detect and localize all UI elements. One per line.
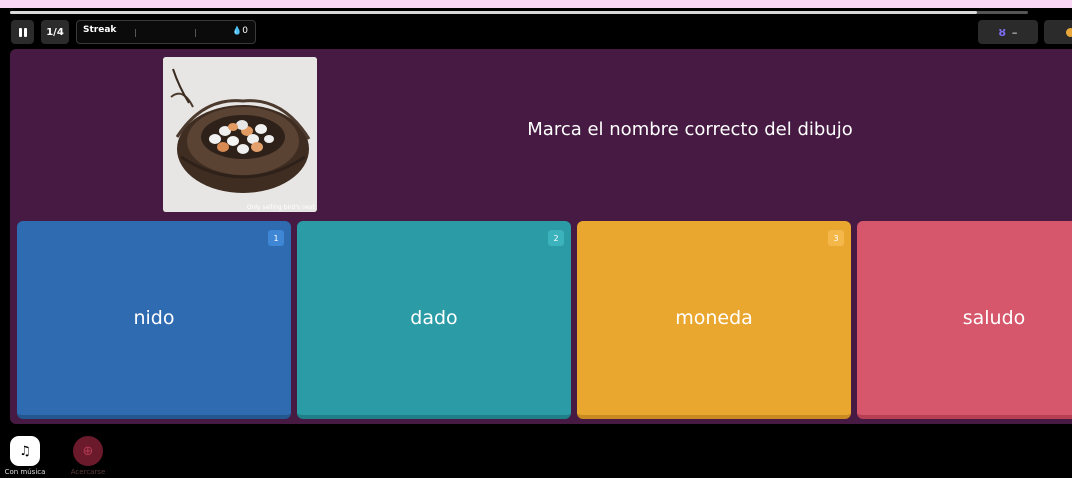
option-label: saludo bbox=[962, 307, 1026, 329]
option-label: moneda bbox=[675, 307, 753, 329]
option-number-badge: 3 bbox=[828, 230, 844, 246]
option-label: nido bbox=[133, 307, 175, 329]
drop-icon: 💧 bbox=[232, 26, 243, 35]
answer-option-3[interactable]: 3 moneda bbox=[577, 221, 851, 419]
pause-button[interactable] bbox=[11, 20, 34, 44]
question-image: Only selling bird's nest bbox=[163, 57, 317, 212]
answer-option-4[interactable]: 4 saludo bbox=[857, 221, 1072, 419]
top-bar: 1/4 Streak 💧0 ȣ – bbox=[0, 18, 1072, 48]
zoom-icon: ⊕ bbox=[73, 436, 103, 466]
music-toggle-button[interactable]: ♫ Con música bbox=[2, 436, 48, 476]
music-note-icon: ♫ bbox=[10, 436, 40, 466]
quiz-screen: 1/4 Streak 💧0 ȣ – Only selling bird's ne… bbox=[0, 8, 1072, 478]
streak-tick bbox=[195, 29, 196, 37]
powerup-button[interactable]: ȣ – bbox=[978, 20, 1038, 44]
streak-label: Streak bbox=[83, 25, 117, 35]
coins-button[interactable] bbox=[1044, 20, 1072, 44]
option-number-badge: 2 bbox=[548, 230, 564, 246]
question-text: Marca el nombre correcto del dibujo bbox=[527, 119, 853, 140]
music-label: Con música bbox=[4, 468, 46, 476]
bird-nest-image bbox=[163, 57, 317, 212]
answer-option-2[interactable]: 2 dado bbox=[297, 221, 571, 419]
option-label: dado bbox=[410, 307, 458, 329]
bottom-toolbar: ♫ Con música ⊕ Acercarse bbox=[0, 436, 1072, 478]
streak-value: 💧0 bbox=[232, 26, 248, 36]
streak-meter: Streak 💧0 bbox=[76, 20, 256, 44]
progress-fill bbox=[10, 11, 978, 14]
question-panel: Only selling bird's nest Marca el nombre… bbox=[10, 49, 1072, 424]
zoom-label: Acercarse bbox=[70, 468, 106, 476]
medal-icon: ȣ bbox=[998, 25, 1006, 39]
question-counter: 1/4 bbox=[41, 20, 69, 44]
zoom-button[interactable]: ⊕ Acercarse bbox=[65, 436, 111, 476]
progress-bar bbox=[10, 11, 1028, 14]
coin-icon bbox=[1066, 28, 1072, 37]
powerup-label: – bbox=[1011, 25, 1018, 39]
pause-icon bbox=[18, 27, 22, 37]
answer-option-1[interactable]: 1 nido bbox=[17, 221, 291, 419]
option-number-badge: 1 bbox=[268, 230, 284, 246]
streak-tick bbox=[135, 29, 136, 37]
image-caption: Only selling bird's nest bbox=[246, 204, 315, 211]
